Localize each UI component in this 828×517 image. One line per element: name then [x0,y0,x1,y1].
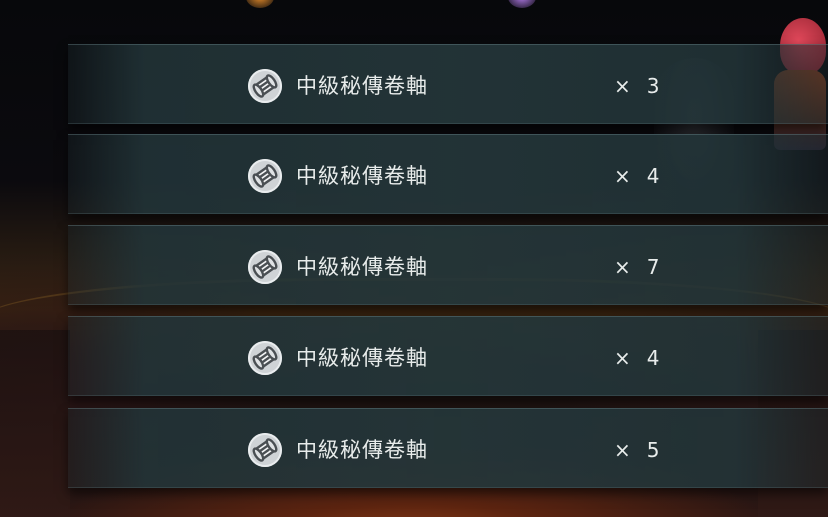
item-quantity: × 4 [614,344,660,372]
reward-row: 中級秘傳卷軸 × 3 [68,44,828,124]
item-name: 中級秘傳卷軸 [296,438,428,462]
multiply-sign: × [614,164,631,188]
item-quantity: × 5 [614,436,660,464]
item-count: 4 [646,346,660,370]
scroll-icon [248,159,282,193]
multiply-sign: × [614,438,631,462]
game-screen: 中級秘傳卷軸 × 3 中級秘傳卷軸 × 4 中級秘傳卷軸 × 7 中級秘傳卷軸 … [0,0,828,517]
item-count: 3 [646,74,660,98]
item-quantity: × 4 [614,162,660,190]
reward-row: 中級秘傳卷軸 × 7 [68,225,828,305]
item-name: 中級秘傳卷軸 [296,255,428,279]
scroll-icon [248,250,282,284]
scroll-icon [248,433,282,467]
multiply-sign: × [614,346,631,370]
item-count: 5 [646,438,660,462]
reward-list: 中級秘傳卷軸 × 3 中級秘傳卷軸 × 4 中級秘傳卷軸 × 7 中級秘傳卷軸 … [0,0,828,517]
reward-row: 中級秘傳卷軸 × 5 [68,408,828,488]
reward-row: 中級秘傳卷軸 × 4 [68,134,828,214]
item-quantity: × 7 [614,253,660,281]
item-name: 中級秘傳卷軸 [296,74,428,98]
multiply-sign: × [614,74,631,98]
reward-row: 中級秘傳卷軸 × 4 [68,316,828,396]
item-count: 7 [646,255,660,279]
item-name: 中級秘傳卷軸 [296,346,428,370]
scroll-icon [248,69,282,103]
item-count: 4 [646,164,660,188]
scroll-icon [248,341,282,375]
multiply-sign: × [614,255,631,279]
item-name: 中級秘傳卷軸 [296,164,428,188]
item-quantity: × 3 [614,72,660,100]
